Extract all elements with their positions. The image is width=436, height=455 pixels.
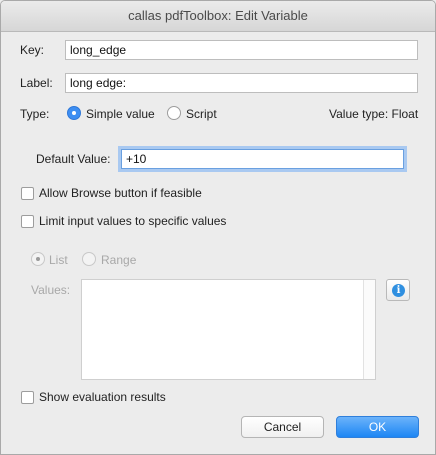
info-icon: i — [392, 284, 405, 297]
window-title: callas pdfToolbox: Edit Variable — [1, 1, 435, 32]
key-input[interactable] — [65, 40, 418, 60]
range-radio[interactable] — [82, 252, 96, 266]
simple-value-label[interactable]: Simple value — [86, 107, 155, 121]
range-label: Range — [101, 253, 137, 267]
key-label: Key: — [20, 43, 45, 57]
ok-button[interactable]: OK — [336, 416, 419, 438]
values-textarea[interactable] — [81, 279, 376, 380]
list-radio[interactable] — [31, 252, 45, 266]
value-type-text: Value type: Float — [329, 107, 419, 121]
simple-value-radio[interactable] — [67, 106, 81, 120]
values-scrollbar[interactable] — [363, 280, 375, 379]
default-value-label: Default Value: — [36, 152, 111, 166]
show-evaluation-label[interactable]: Show evaluation results — [39, 390, 166, 404]
label-label: Label: — [20, 76, 53, 90]
allow-browse-checkbox[interactable] — [21, 187, 34, 200]
label-input[interactable] — [65, 73, 418, 93]
limit-values-label[interactable]: Limit input values to specific values — [39, 214, 226, 228]
edit-variable-dialog: callas pdfToolbox: Edit Variable Key: La… — [0, 0, 436, 455]
info-button[interactable]: i — [386, 279, 410, 301]
values-label: Values: — [31, 283, 71, 297]
limit-values-checkbox[interactable] — [21, 215, 34, 228]
allow-browse-label[interactable]: Allow Browse button if feasible — [39, 186, 202, 200]
show-evaluation-checkbox[interactable] — [21, 391, 34, 404]
list-label: List — [49, 253, 68, 267]
script-label[interactable]: Script — [186, 107, 217, 121]
default-value-input[interactable] — [121, 149, 404, 169]
type-label: Type: — [20, 107, 50, 121]
cancel-button[interactable]: Cancel — [241, 416, 324, 438]
script-radio[interactable] — [167, 106, 181, 120]
